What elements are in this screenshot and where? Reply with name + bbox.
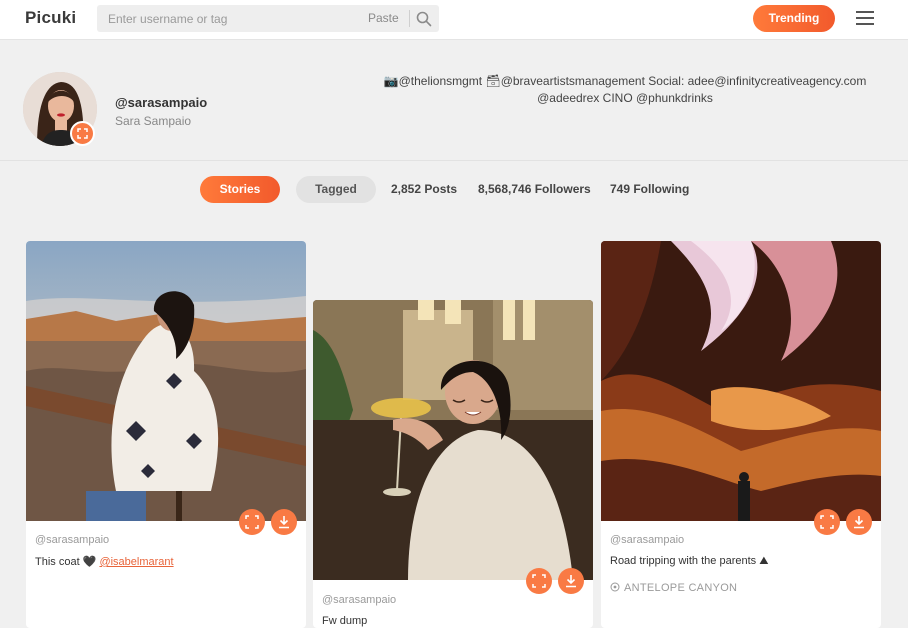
paste-button[interactable]: Paste bbox=[368, 11, 399, 25]
post-image[interactable] bbox=[26, 241, 306, 521]
post-location-label: ANTELOPE CANYON bbox=[624, 582, 738, 594]
tab-stories[interactable]: Stories bbox=[200, 176, 280, 203]
download-icon bbox=[854, 516, 864, 529]
profile-username: @sarasampaio bbox=[115, 95, 208, 110]
download-icon bbox=[566, 575, 576, 588]
post-image[interactable] bbox=[313, 300, 593, 580]
location-icon bbox=[610, 582, 620, 592]
expand-icon bbox=[532, 574, 546, 588]
download-post-button[interactable] bbox=[558, 568, 584, 594]
following-count[interactable]: 749 Following bbox=[610, 182, 689, 196]
search-icon[interactable] bbox=[415, 10, 433, 28]
post-location[interactable]: ANTELOPE CANYON bbox=[610, 582, 737, 594]
post-image[interactable] bbox=[601, 241, 881, 521]
expand-icon bbox=[820, 515, 834, 529]
post-card: @sarasampaio Road tripping with the pare… bbox=[601, 241, 881, 628]
caption-mention-link[interactable]: @isabelmarant bbox=[99, 556, 173, 568]
posts-count: 2,852 Posts bbox=[391, 182, 458, 196]
post-caption: Road tripping with the parents ⛰ bbox=[610, 555, 769, 567]
profile-bio: 📷@thelionsmgmt 🗃@braveartistsmanagement … bbox=[383, 74, 867, 105]
post-card: @sarasampaio Fw dump bbox=[313, 300, 593, 628]
top-bar: Picuki Paste Trending bbox=[0, 0, 908, 40]
expand-post-button[interactable] bbox=[239, 509, 265, 535]
post-caption: Fw dump bbox=[322, 615, 368, 627]
post-caption-text: This coat 🖤 bbox=[35, 556, 100, 568]
expand-post-button[interactable] bbox=[814, 509, 840, 535]
post-author[interactable]: @sarasampaio bbox=[610, 534, 684, 546]
search-input[interactable] bbox=[97, 5, 367, 32]
post-card: @sarasampaio This coat 🖤 @isabelmarant bbox=[26, 241, 306, 628]
expand-icon bbox=[77, 128, 88, 139]
followers-count[interactable]: 8,568,746 Followers bbox=[478, 182, 591, 196]
post-caption: This coat 🖤 @isabelmarant bbox=[35, 555, 174, 568]
search-divider bbox=[409, 10, 410, 27]
post-author[interactable]: @sarasampaio bbox=[322, 594, 396, 606]
search-bar: Paste bbox=[97, 5, 439, 32]
expand-post-button[interactable] bbox=[526, 568, 552, 594]
trending-button[interactable]: Trending bbox=[753, 5, 835, 32]
profile-divider bbox=[0, 160, 908, 161]
expand-icon bbox=[245, 515, 259, 529]
menu-icon[interactable] bbox=[856, 11, 874, 25]
tab-tagged[interactable]: Tagged bbox=[296, 176, 376, 203]
download-icon bbox=[279, 516, 289, 529]
download-post-button[interactable] bbox=[846, 509, 872, 535]
expand-avatar-button[interactable] bbox=[70, 121, 95, 146]
site-logo[interactable]: Picuki bbox=[25, 8, 76, 28]
profile-fullname: Sara Sampaio bbox=[115, 114, 192, 128]
download-post-button[interactable] bbox=[271, 509, 297, 535]
post-author[interactable]: @sarasampaio bbox=[35, 534, 109, 546]
